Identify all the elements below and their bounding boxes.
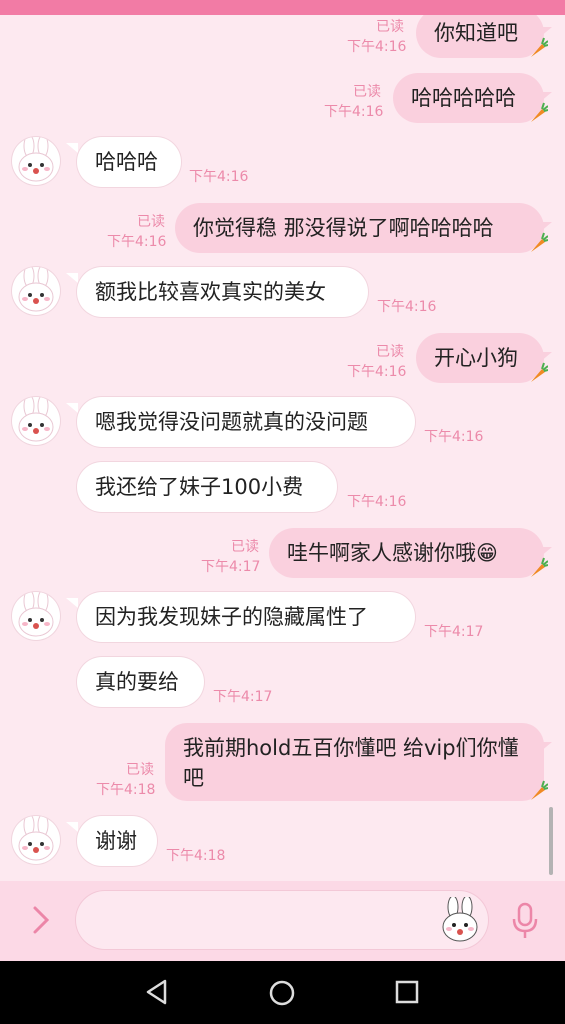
carrot-icon — [531, 232, 548, 252]
message-input[interactable] — [76, 891, 488, 949]
message-time: 下午4:17 — [213, 689, 273, 705]
status-bar-accent — [0, 0, 565, 15]
read-receipt: 已读 — [353, 84, 381, 100]
chat-history[interactable]: 已读 下午4:16 你知道吧 已读 下午4:16 哈哈哈哈哈 哈哈哈 下午4:1… — [0, 15, 565, 881]
bunny-sticker-icon[interactable] — [440, 897, 480, 943]
message-time: 下午4:17 — [201, 559, 261, 575]
message-time: 下午4:16 — [107, 234, 167, 250]
message-bubble[interactable]: 额我比较喜欢真实的美女 — [77, 267, 368, 317]
bunny-avatar-icon[interactable] — [12, 816, 60, 864]
message-time: 下午4:16 — [347, 364, 407, 380]
read-receipt: 已读 — [376, 344, 404, 360]
message-bubble[interactable]: 我还给了妹子100小费 — [77, 462, 337, 512]
bubble-tail — [540, 222, 552, 232]
bubble-tail — [540, 742, 552, 752]
message-time: 下午4:16 — [424, 429, 484, 445]
message-bubble[interactable]: 嗯我觉得没问题就真的没问题 — [77, 397, 415, 447]
bunny-avatar-icon[interactable] — [12, 397, 60, 445]
bubble-tail — [66, 273, 78, 283]
bubble-tail — [540, 352, 552, 362]
bunny-avatar-icon[interactable] — [12, 592, 60, 640]
message-time: 下午4:16 — [189, 169, 249, 185]
carrot-icon — [531, 557, 548, 577]
message-time: 下午4:16 — [377, 299, 437, 315]
bubble-tail — [66, 403, 78, 413]
message-bubble[interactable]: 我前期hold五百你懂吧 给vip们你懂吧 — [165, 723, 544, 801]
chevron-right-icon[interactable] — [30, 905, 52, 935]
message-bubble[interactable]: 开心小狗 — [416, 333, 544, 383]
bubble-tail — [66, 822, 78, 832]
message-time: 下午4:17 — [424, 624, 484, 640]
carrot-icon — [531, 780, 548, 800]
chat-scrollbar[interactable] — [549, 807, 553, 875]
bubble-tail — [540, 92, 552, 102]
bubble-tail — [66, 143, 78, 153]
read-receipt: 已读 — [231, 539, 259, 555]
bubble-tail — [66, 598, 78, 608]
read-receipt: 已读 — [126, 762, 154, 778]
nav-back-icon[interactable] — [143, 978, 171, 1006]
carrot-icon — [531, 362, 548, 382]
read-receipt: 已读 — [137, 214, 165, 230]
nav-home-icon[interactable] — [267, 978, 297, 1008]
message-time: 下午4:16 — [324, 104, 384, 120]
message-bubble[interactable]: 谢谢 — [77, 816, 157, 866]
message-bubble[interactable]: 哈哈哈 — [77, 137, 181, 187]
microphone-icon[interactable] — [510, 901, 540, 941]
nav-recents-icon[interactable] — [394, 979, 420, 1005]
bubble-tail — [540, 547, 552, 557]
message-bubble[interactable]: 哈哈哈哈哈 — [393, 73, 544, 123]
message-bubble[interactable]: 真的要给 — [77, 657, 204, 707]
message-bubble[interactable]: 因为我发现妹子的隐藏属性了 — [77, 592, 415, 642]
bunny-avatar-icon[interactable] — [12, 137, 60, 185]
message-time: 下午4:16 — [347, 39, 407, 55]
read-receipt: 已读 — [376, 19, 404, 35]
message-time: 下午4:18 — [166, 848, 226, 864]
bunny-avatar-icon[interactable] — [12, 267, 60, 315]
bubble-tail — [540, 27, 552, 37]
carrot-icon — [531, 37, 548, 57]
input-bar — [0, 881, 565, 961]
message-bubble[interactable]: 哇牛啊家人感谢你哦😁 — [269, 528, 544, 578]
message-bubble[interactable]: 你觉得稳 那没得说了啊哈哈哈哈 — [175, 203, 544, 253]
message-bubble[interactable]: 你知道吧 — [416, 15, 544, 58]
message-time: 下午4:18 — [96, 782, 156, 798]
system-nav-bar — [0, 961, 565, 1024]
carrot-icon — [531, 102, 548, 122]
message-time: 下午4:16 — [347, 494, 407, 510]
